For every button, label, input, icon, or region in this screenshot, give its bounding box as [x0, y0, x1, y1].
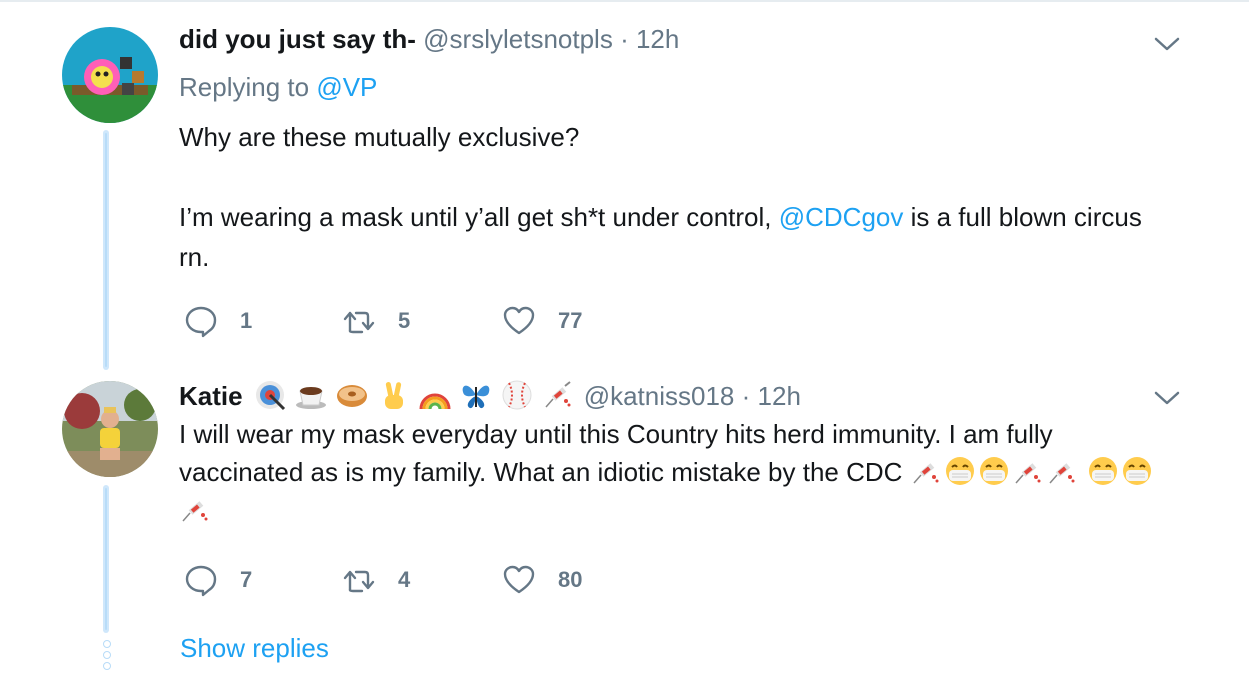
- coffee-emoji: [296, 387, 327, 409]
- retweet-icon: [343, 311, 375, 334]
- reply-icon: [185, 565, 217, 597]
- mask-face-emoji: [945, 457, 974, 485]
- mask-face-emoji: [1088, 457, 1117, 485]
- reply-count: 1: [240, 308, 253, 333]
- mention-link[interactable]: @VP: [316, 72, 377, 102]
- name-emojis: [254, 380, 584, 411]
- tweet-header: Katie @katniss018 · 12h: [179, 379, 801, 411]
- tweet-line: I’m wearing a mask until y’all get sh*t …: [179, 197, 1169, 277]
- retweet-icon: [343, 570, 375, 593]
- like-button[interactable]: 80: [502, 563, 582, 597]
- like-count: 80: [558, 567, 583, 592]
- avatar[interactable]: [62, 27, 158, 123]
- replying-to-label: Replying to: [179, 72, 310, 102]
- tweet-text-part: I’m wearing a mask until y’all get sh*t …: [179, 202, 772, 232]
- like-button[interactable]: 77: [502, 304, 582, 338]
- syringe-emoji: [182, 501, 208, 522]
- mask-face-emoji: [979, 457, 1008, 485]
- chevron-down-icon[interactable]: [1152, 388, 1182, 408]
- user-handle[interactable]: @katniss018: [584, 381, 735, 411]
- reply-icon: [185, 306, 217, 338]
- display-name[interactable]: did you just say th-: [179, 24, 416, 54]
- tweet-header: did you just say th- @srslyletsnotpls · …: [179, 24, 679, 54]
- thread-line: [103, 130, 109, 370]
- thread-line: [103, 485, 109, 633]
- display-name[interactable]: Katie: [179, 381, 243, 411]
- retweet-button[interactable]: 4: [342, 563, 410, 597]
- timestamp[interactable]: 12h: [758, 381, 801, 411]
- heart-icon: [503, 306, 535, 335]
- more-replies-dots: [103, 640, 111, 673]
- retweet-count: 5: [398, 308, 411, 333]
- syringe-emoji: [1015, 463, 1041, 484]
- mention-link[interactable]: @CDCgov: [779, 202, 904, 232]
- user-handle[interactable]: @srslyletsnotpls: [423, 24, 613, 54]
- replying-to: Replying to @VP: [179, 72, 377, 103]
- timestamp[interactable]: 12h: [636, 24, 679, 54]
- separator: ·: [620, 24, 629, 54]
- rainbow-emoji: [419, 393, 451, 410]
- show-replies-link[interactable]: Show replies: [180, 633, 329, 664]
- syringe-emoji: [1049, 463, 1075, 484]
- like-count: 77: [558, 308, 583, 333]
- top-divider: [0, 0, 1249, 2]
- tweet-line: Why are these mutually exclusive?: [179, 122, 580, 152]
- heart-icon: [503, 565, 535, 594]
- reply-button[interactable]: 1: [184, 304, 252, 338]
- tweet-text: Why are these mutually exclusive? I’m we…: [179, 117, 1169, 277]
- tweet-actions: 1 5 77: [184, 304, 624, 338]
- syringe-emoji: [545, 381, 572, 408]
- syringe-emoji: [913, 463, 939, 484]
- butterfly-emoji: [462, 385, 490, 409]
- chevron-down-icon[interactable]: [1152, 34, 1182, 54]
- baseball-emoji: [502, 380, 532, 410]
- avatar[interactable]: [62, 381, 158, 477]
- mask-face-emoji: [1122, 457, 1151, 485]
- bagel-emoji: [337, 385, 368, 407]
- separator: ·: [741, 381, 751, 411]
- reply-button[interactable]: 7: [184, 563, 252, 597]
- retweet-button[interactable]: 5: [342, 304, 410, 338]
- target-emoji: [255, 381, 285, 411]
- tweet-actions: 7 4 80: [184, 563, 624, 597]
- victory-hand-emoji: [384, 382, 403, 409]
- retweet-count: 4: [398, 567, 411, 592]
- reply-count: 7: [240, 567, 253, 592]
- tweet-text: I will wear my mask everyday until this …: [179, 415, 1169, 529]
